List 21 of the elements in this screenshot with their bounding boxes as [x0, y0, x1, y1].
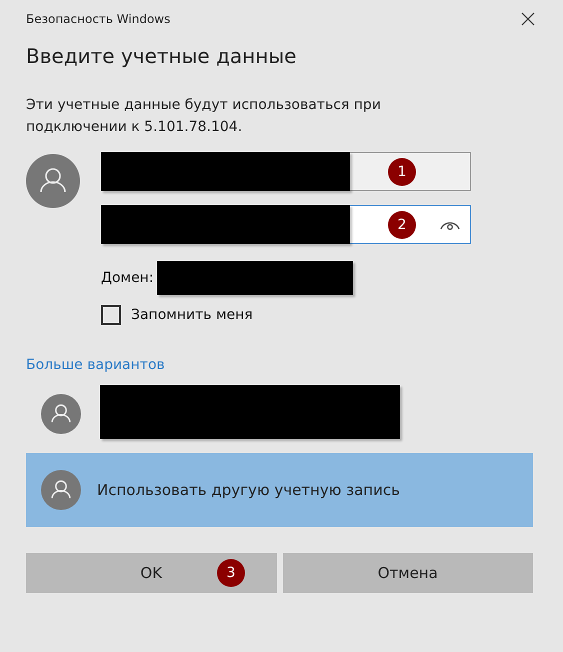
user-avatar-icon	[26, 154, 80, 208]
input-field[interactable]: 1	[101, 152, 471, 191]
ok-button[interactable]: OK 3	[26, 553, 276, 593]
account-option-label: Использовать другую учетную запись	[97, 481, 400, 499]
number-marker: 2	[388, 211, 416, 239]
more-options-link[interactable]: Больше вариантов	[26, 357, 533, 373]
description-text: Эти учетные данные будут использоваться при подключении к 5.101.78.104.	[26, 96, 382, 137]
domain-label: Домен:	[101, 270, 154, 286]
window-title: Безопасность Windows	[26, 12, 170, 26]
eye-icon[interactable]	[440, 219, 460, 231]
account-option[interactable]: Использовать другую учетную запись	[26, 453, 533, 527]
checkbox[interactable]	[101, 305, 121, 325]
user-avatar-icon	[41, 394, 81, 434]
number-marker: 1	[388, 158, 416, 186]
input-field[interactable]: 2	[101, 205, 471, 244]
close-icon[interactable]	[521, 12, 535, 26]
checkbox-label: Запомнить меня	[131, 307, 253, 323]
cancel-button[interactable]: Отмена	[282, 553, 533, 593]
user-avatar-icon	[41, 470, 81, 510]
number-marker: 3	[217, 559, 245, 587]
dialog-heading: Введите учетные данные	[26, 44, 298, 68]
